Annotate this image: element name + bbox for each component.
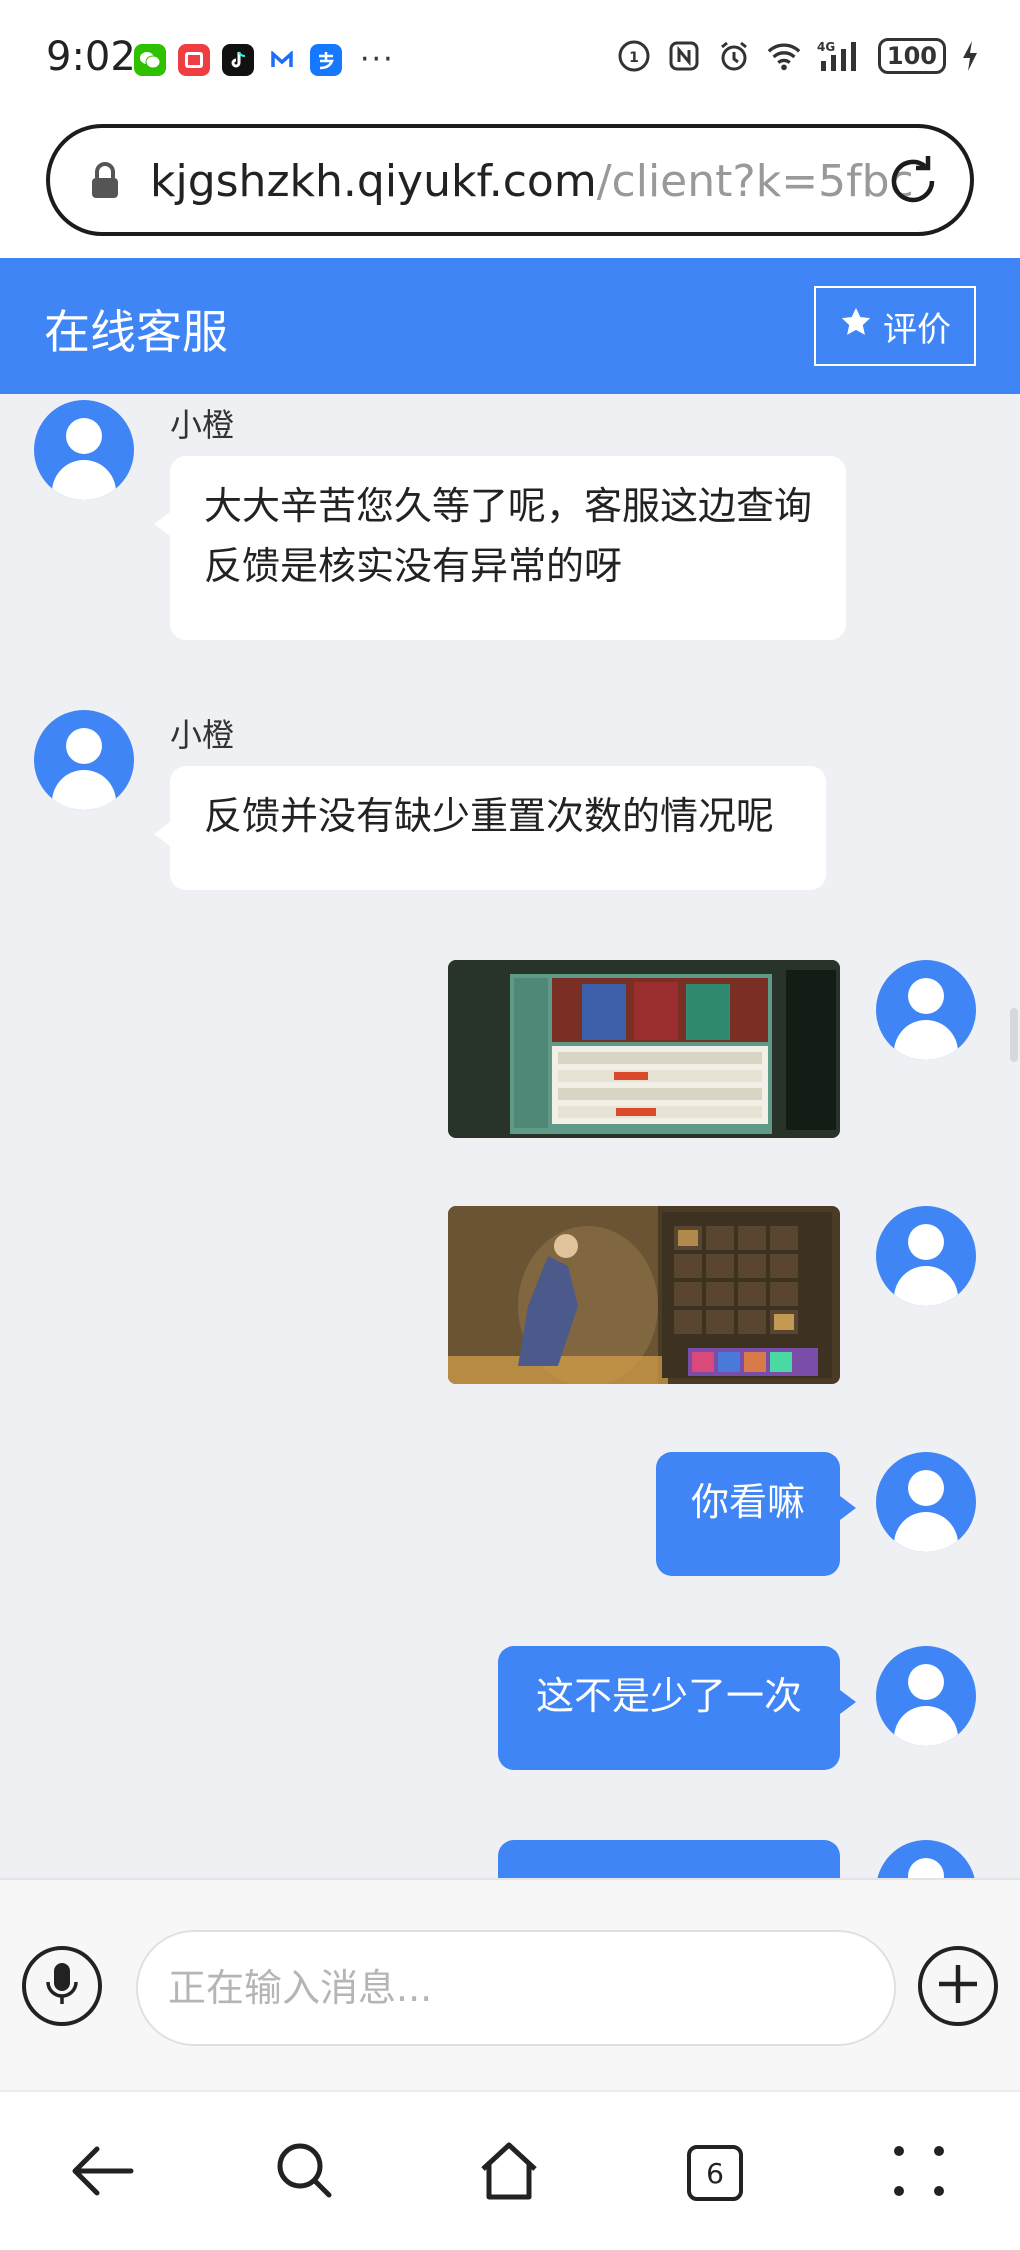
home-icon — [477, 2141, 541, 2205]
agent-message-bubble[interactable]: 大大辛苦您久等了呢，客服这边查询反馈是核实没有异常的呀 — [154, 456, 846, 640]
svg-text:4G: 4G — [817, 40, 835, 54]
wechat-icon — [134, 43, 166, 76]
tab-count-badge: 6 — [687, 2145, 743, 2201]
reload-icon[interactable] — [882, 150, 944, 216]
status-indicators: 1 4G 100 — [616, 38, 980, 74]
wifi-icon — [766, 38, 802, 74]
battery-indicator: 100 — [877, 38, 946, 74]
more-dots-icon — [891, 2143, 947, 2203]
agent-avatar — [34, 400, 134, 500]
voice-input-button[interactable] — [22, 1946, 102, 2026]
nfc-icon — [666, 38, 702, 74]
tiktok-icon — [222, 43, 254, 76]
sent-image-thumbnail[interactable] — [448, 1206, 840, 1384]
search-icon — [275, 2141, 335, 2205]
url-text[interactable]: kjgshzkh.qiyukf.com/client?k=5fbc — [150, 156, 914, 207]
charging-icon — [960, 38, 980, 74]
hd-call-icon: 1 — [616, 38, 652, 74]
rate-button-label: 评价 — [883, 309, 951, 350]
browser-nav-bar: 6 — [0, 2090, 1020, 2250]
message-input[interactable] — [136, 1930, 896, 2046]
message-input-bar — [0, 1878, 1020, 2090]
chat-header: 在线客服 评价 — [0, 258, 1020, 394]
user-avatar — [876, 1452, 976, 1552]
microphone-icon — [42, 1960, 82, 2012]
user-avatar — [876, 960, 976, 1060]
star-icon — [839, 305, 873, 348]
back-button[interactable] — [68, 2138, 138, 2208]
tabs-button[interactable]: 6 — [680, 2138, 750, 2208]
signal-4g-icon: 4G — [816, 38, 864, 74]
alipay-icon — [310, 43, 342, 76]
user-message-bubble-partial[interactable] — [498, 1840, 840, 1878]
page-title: 在线客服 — [44, 305, 228, 359]
m-app-icon — [266, 43, 298, 76]
agent-message-bubble[interactable]: 反馈并没有缺少重置次数的情况呢 — [154, 766, 826, 890]
status-app-icons: ··· — [134, 42, 395, 77]
rate-button[interactable]: 评价 — [814, 286, 976, 366]
red-app-icon — [178, 43, 210, 76]
scrollbar[interactable] — [1010, 1008, 1018, 1062]
plus-icon — [935, 1961, 981, 2011]
more-notifications-icon: ··· — [360, 42, 395, 77]
search-button[interactable] — [270, 2138, 340, 2208]
alarm-icon — [716, 38, 752, 74]
lock-icon — [90, 162, 120, 204]
sender-name: 小橙 — [170, 406, 235, 444]
url-host: kjgshzkh.qiyukf.com — [150, 156, 597, 207]
user-avatar — [876, 1646, 976, 1746]
user-message-bubble[interactable]: 你看嘛 — [656, 1452, 856, 1576]
address-bar[interactable]: kjgshzkh.qiyukf.com/client?k=5fbc — [46, 124, 974, 236]
status-time: 9:02 — [46, 34, 136, 80]
home-button[interactable] — [474, 2138, 544, 2208]
agent-avatar — [34, 710, 134, 810]
sender-name: 小橙 — [170, 716, 235, 754]
user-avatar — [876, 1206, 976, 1306]
sent-image-thumbnail[interactable] — [448, 960, 840, 1138]
user-avatar — [876, 1840, 976, 1878]
status-bar: 9:02 ··· 1 4G 100 — [0, 0, 1020, 120]
add-attachment-button[interactable] — [918, 1946, 998, 2026]
svg-text:1: 1 — [629, 50, 639, 66]
message-list[interactable]: 小橙 大大辛苦您久等了呢，客服这边查询反馈是核实没有异常的呀 小橙 反馈并没有缺… — [0, 394, 1020, 1878]
menu-button[interactable] — [884, 2138, 954, 2208]
user-message-bubble[interactable]: 这不是少了一次 — [498, 1646, 856, 1770]
url-path: /client?k=5fbc — [596, 156, 914, 207]
back-arrow-icon — [71, 2145, 135, 2201]
